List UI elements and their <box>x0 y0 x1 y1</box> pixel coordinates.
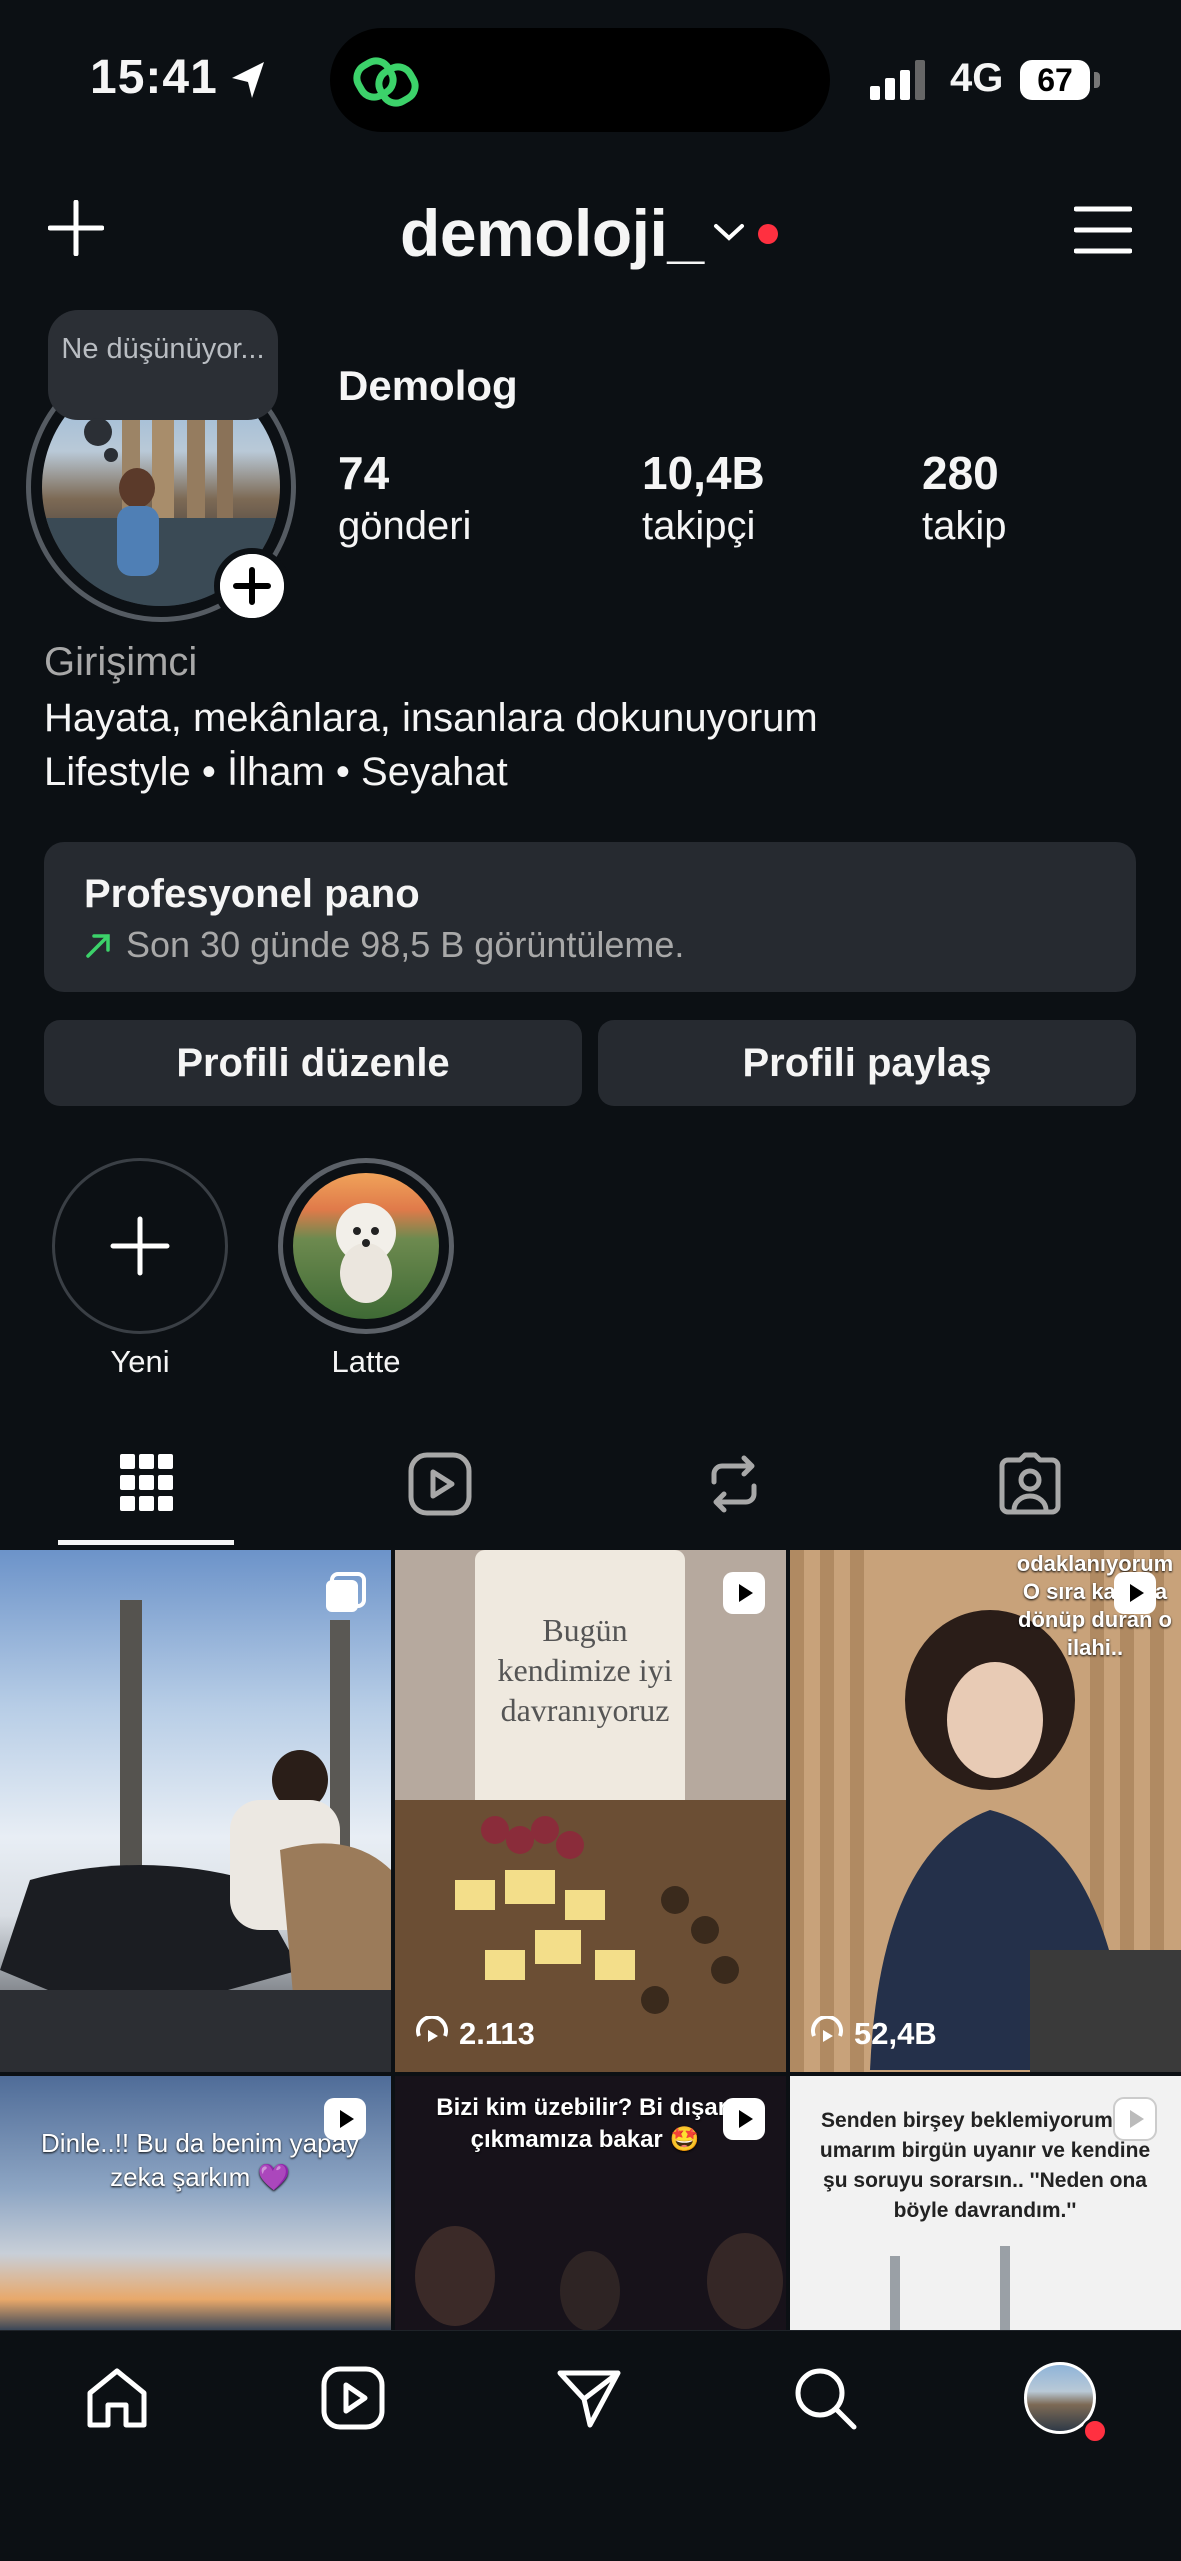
post-caption: Bizi kim üzebilir? Bi dışarı çıkmamıza b… <box>436 2094 734 2153</box>
post-thumbnail[interactable] <box>0 1550 391 2072</box>
post-caption: Senden birşey beklemiyorum am umarım bir… <box>819 2109 1151 2222</box>
bio-line: Hayata, mekânlara, insanlara dokunuyorum <box>44 696 818 740</box>
menu-icon[interactable] <box>1074 205 1132 255</box>
post-thumbnail[interactable]: Senden birşey beklemiyorum am umarım bir… <box>790 2076 1181 2330</box>
notification-dot <box>758 224 778 244</box>
threads-link-icon[interactable] <box>352 52 422 112</box>
post-caption: Bugün kendimize iyi davranıyoruz <box>497 1612 673 1728</box>
display-name: Demolog <box>338 362 518 409</box>
trend-up-arrow-icon <box>86 934 110 958</box>
battery-indicator: 67 <box>1020 60 1090 100</box>
views-icon <box>416 2016 448 2042</box>
account-username[interactable]: demoloji_ <box>400 195 704 271</box>
direct-messages-icon[interactable] <box>556 2365 622 2431</box>
dog-photo <box>336 1203 396 1303</box>
reel-icon <box>723 2098 765 2140</box>
location-arrow-icon <box>232 62 264 98</box>
note-bubble[interactable]: Ne düşünüyor... <box>48 310 278 420</box>
view-count: 2.113 <box>459 2016 535 2051</box>
reposts-icon[interactable] <box>702 1452 766 1516</box>
note-bubble-tail <box>84 418 112 446</box>
edit-profile-button[interactable]: Profili düzenle <box>44 1020 582 1106</box>
post-thumbnail[interactable]: Bizi kim üzebilir? Bi dışarı çıkmamıza b… <box>395 2076 786 2330</box>
post-caption: Dinle..!! Bu da benim yapay zeka şarkım … <box>41 2128 359 2192</box>
highlight-label: Latte <box>331 1344 401 1379</box>
carousel-icon <box>326 1572 366 1612</box>
network-type: 4G <box>950 56 1004 100</box>
home-icon[interactable] <box>84 2365 150 2431</box>
following-count[interactable]: 280 <box>922 446 999 500</box>
chevron-down-icon[interactable] <box>712 222 746 244</box>
highlight-latte-cover <box>293 1173 439 1319</box>
add-story-plus-icon[interactable] <box>214 548 290 624</box>
note-bubble-tail-small <box>104 448 118 462</box>
view-count: 52,4B <box>854 2016 937 2051</box>
bio-line: Lifestyle • İlham • Seyahat <box>44 750 508 794</box>
highlight-latte[interactable] <box>278 1158 454 1334</box>
tagged-icon[interactable] <box>998 1452 1062 1516</box>
reels-nav-icon[interactable] <box>320 2365 386 2431</box>
post-thumbnail[interactable]: Dinle..!! Bu da benim yapay zeka şarkım … <box>0 2076 391 2330</box>
post-thumbnail[interactable]: Bugün kendimize iyi davranıyoruz 2.113 <box>395 1550 786 2072</box>
views-icon <box>811 2016 843 2042</box>
posts-label[interactable]: gönderi <box>338 504 471 549</box>
reel-icon <box>324 2098 366 2140</box>
share-profile-button[interactable]: Profili paylaş <box>598 1020 1136 1106</box>
dashboard-subtitle: Son 30 günde 98,5 B görüntüleme. <box>126 924 685 965</box>
grid-icon[interactable] <box>118 1452 174 1514</box>
reel-icon <box>1113 2097 1157 2141</box>
post-thumbnail[interactable]: odaklanıyorum O sıra kafama dönüp duran … <box>790 1550 1181 2072</box>
professional-dashboard-card[interactable] <box>44 842 1136 992</box>
notification-dot <box>1082 2418 1108 2444</box>
posts-count[interactable]: 74 <box>338 446 389 500</box>
followers-label[interactable]: takipçi <box>642 504 755 549</box>
following-label[interactable]: takip <box>922 504 1007 549</box>
reel-icon <box>1114 1572 1156 1614</box>
followers-count[interactable]: 10,4B <box>642 446 765 500</box>
plus-icon <box>110 1216 170 1276</box>
signal-icon <box>870 60 925 100</box>
bio-category: Girişimci <box>44 640 198 684</box>
reel-icon <box>723 1572 765 1614</box>
highlight-label: Yeni <box>110 1344 170 1379</box>
battery-tip <box>1094 72 1100 88</box>
post-photo <box>0 1600 391 2072</box>
dashboard-title: Profesyonel pano <box>84 872 420 916</box>
new-highlight-button[interactable] <box>52 1158 228 1334</box>
active-tab-indicator <box>58 1540 234 1545</box>
reels-icon[interactable] <box>408 1452 472 1516</box>
status-time: 15:41 <box>90 51 218 104</box>
create-plus-icon[interactable] <box>48 200 104 256</box>
search-icon[interactable] <box>792 2365 858 2431</box>
